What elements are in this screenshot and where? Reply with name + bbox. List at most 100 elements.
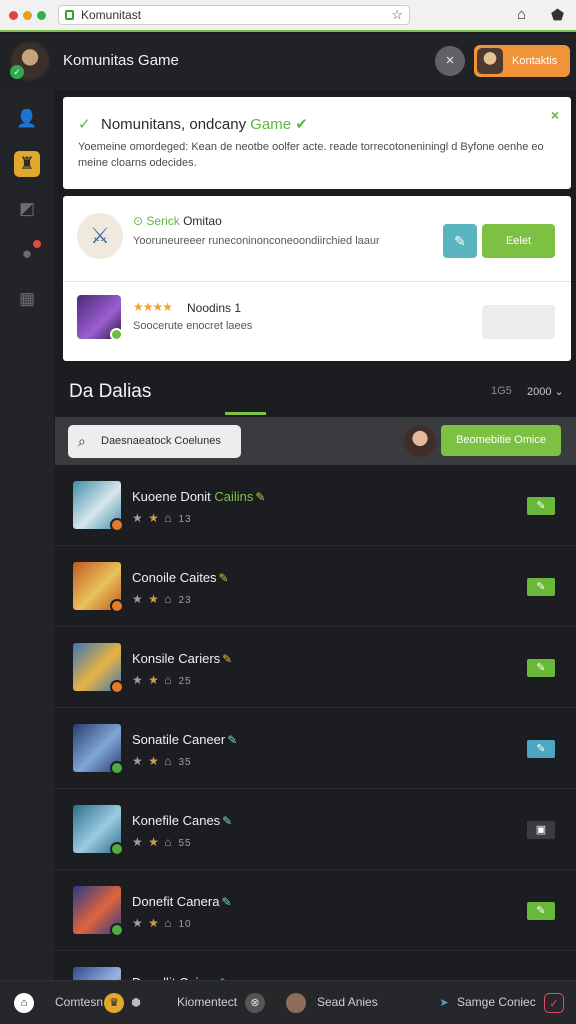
game-name-text: Kuoene Donit [132,489,211,504]
window-minimize-dot[interactable] [23,11,32,20]
star-filled-icon: ★ [148,916,165,930]
notice-card: ✓ Nomunitans, ondcany Game ✔ Yoemeine om… [63,97,571,189]
search-input[interactable]: ⌕ Daesnaeatock Coelunes [68,425,241,458]
trophy-icon[interactable]: ♛ [104,993,124,1013]
controller-icon: ⌂ [164,673,173,687]
game-thumbnail [73,562,124,613]
game-meta: ★ ★ ⌂ 10 [132,916,192,930]
game-row[interactable]: Conoile Caites ✎ ★ ★ ⌂ 23 ✎ [55,546,576,627]
game-status-badge [110,599,124,613]
game-row[interactable]: Konsile Cariers ✎ ★ ★ ⌂ 25 ✎ [55,627,576,708]
star-icon: ★ [132,835,149,849]
game-action-button[interactable]: ✎ [527,740,555,758]
window-close-dot[interactable] [9,11,18,20]
game-player-count: 13 [178,514,192,525]
leaf-icon: ✔ [295,116,308,133]
section-count: 1G5 [491,385,512,397]
home-icon[interactable]: ⌂ [14,993,34,1013]
game-meta: ★ ★ ⌂ 55 [132,835,192,849]
game-name-text: Conoile Caites [132,570,217,585]
app-header: ✓ Komunitas Game × Kontaktis [0,34,576,90]
star-filled-icon: ★ [148,673,165,687]
bird-icon[interactable]: ➤ [434,993,454,1013]
url-text: Komunitast [81,8,142,22]
controller-icon: ⌂ [164,916,173,930]
select-button[interactable]: Eelet [482,224,555,258]
game-name-text: Donefit Canera [132,894,220,909]
feather-icon: ✎ [218,571,229,585]
game-row[interactable]: Konefile Canes ✎ ★ ★ ⌂ 55 ▣ [55,789,576,870]
game-player-count: 23 [178,595,192,606]
game-thumbnail [73,481,124,532]
game-action-button[interactable]: ✎ [527,578,555,596]
star-icon: ★ [132,916,149,930]
games-icon[interactable]: ♜ [14,151,40,177]
window-maximize-dot[interactable] [37,11,46,20]
game-action-button[interactable]: ✎ [527,659,555,677]
bookmark-star-icon[interactable]: ☆ [391,6,403,24]
star-icon: ★ [132,673,149,687]
browser-chrome: Komunitast ☆ ⌂ ⬟ [0,0,576,32]
game-status-badge [110,761,124,775]
section-title: Da Dalias [69,381,152,402]
game-action-button[interactable]: ✎ [527,497,555,515]
game-row[interactable]: Kuoene Donit Cailins ✎ ★ ★ ⌂ 13 ✎ [55,465,576,546]
game-action-button[interactable]: ✎ [527,902,555,920]
puzzle-icon[interactable]: ◩ [14,196,40,222]
member-avatar[interactable] [404,425,436,457]
heart-check-icon[interactable]: ✓ [544,993,564,1013]
game-row[interactable]: Donefit Canera ✎ ★ ★ ⌂ 10 ✎ [55,870,576,951]
star-filled-icon: ★ [148,592,165,606]
close-button[interactable]: × [435,46,465,76]
game-thumbnail [73,724,124,775]
section-tab-underline [225,412,266,415]
game-row[interactable]: Donallit Caieer✎★ ★ ⌂✎ [55,951,576,980]
search-icon: ⌕ [78,433,86,449]
disabled-button[interactable] [482,305,555,339]
community-card: ⚔ ⊙ Serick Omitao Yooruneureeer runeconi… [63,196,571,361]
notifications-icon[interactable]: ● [14,240,41,267]
game-thumbnail [77,295,123,341]
profile-icon[interactable]: 👤 [14,106,40,132]
game-name-text: Sonatile Caneer [132,732,226,747]
contact-button[interactable]: Kontaktis [474,45,570,77]
community-button[interactable]: Beomebitie Omice [441,425,561,456]
game-status-badge [110,842,124,856]
bottom-item-4[interactable]: Samge Coniec [457,995,536,1009]
feather-icon: ✎ [227,733,238,747]
game-name: Conoile Caites ✎ [132,570,229,585]
bottom-item-1[interactable]: Comtesn [55,995,103,1009]
card-item-title-text: Omitao [183,214,222,228]
sort-dropdown[interactable]: 2000 ⌄ [527,385,564,398]
edit-button[interactable]: ✎ [443,224,477,258]
star-filled-icon: ★ [148,835,165,849]
gamepad-icon[interactable]: ⬢ [126,993,146,1013]
bottom-item-2[interactable]: Kiomentect [177,995,237,1009]
address-bar[interactable]: Komunitast ☆ [58,5,410,25]
game-player-count: 35 [178,757,192,768]
shield-icon[interactable]: ⊗ [245,993,265,1013]
search-placeholder: Daesnaeatock Coelunes [101,435,221,447]
friend-avatar[interactable] [286,993,306,1013]
card-item-prefix: ⊙ Serick [133,214,180,228]
game-name-text: Konefile Canes [132,813,221,828]
grid-icon[interactable]: ▦ [14,286,40,312]
game-name-text: Konsile Cariers [132,651,221,666]
home-icon[interactable]: ⌂ [517,6,526,23]
notice-title: Nomunitans, ondcany Game ✔ [101,115,308,133]
game-status-badge [110,923,124,937]
feather-icon: ✎ [255,490,266,504]
game-player-count: 10 [178,919,192,930]
user-avatar[interactable]: ✓ [10,41,50,81]
bottom-item-3[interactable]: Sead Anies [317,995,378,1009]
extension-icon[interactable]: ⬟ [551,6,564,24]
game-row[interactable]: Sonatile Caneer ✎ ★ ★ ⌂ 35 ✎ [55,708,576,789]
notice-close-icon[interactable]: × [551,107,559,123]
search-toolbar: ⌕ Daesnaeatock Coelunes Beomebitie Omice [55,417,576,465]
lock-icon [65,10,74,20]
feather-icon: ✎ [222,652,233,666]
bottom-bar: ⌂ Comtesn ♛ ⬢ Kiomentect ⊗ Sead Anies ➤ … [0,980,576,1024]
game-action-button[interactable]: ▣ [527,821,555,839]
card-item-title-2: Noodins 1 [187,301,242,315]
game-meta: ★ ★ ⌂ 25 [132,673,192,687]
